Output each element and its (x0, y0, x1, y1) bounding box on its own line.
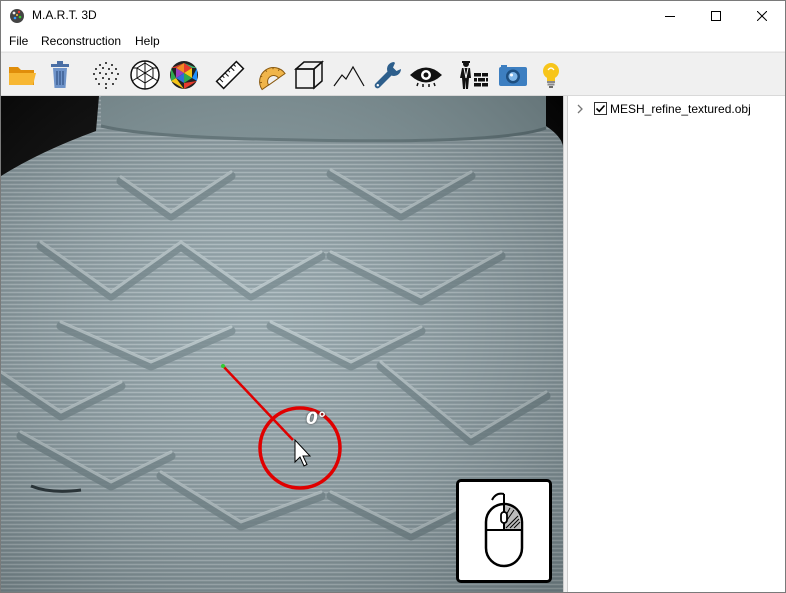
camera-icon (499, 65, 527, 86)
close-button[interactable] (739, 1, 785, 31)
measure-angle-button[interactable] (252, 58, 286, 92)
point-cloud-button[interactable] (89, 58, 123, 92)
worker-wall-icon (460, 61, 488, 89)
open-folder-icon (9, 67, 36, 85)
wrench-icon (374, 62, 401, 89)
view-button[interactable] (409, 58, 443, 92)
menu-file[interactable]: File (9, 34, 28, 48)
trash-icon (51, 61, 69, 88)
protractor-icon (259, 67, 286, 91)
maximize-button[interactable] (693, 1, 739, 31)
title-bar: M.A.R.T. 3D (1, 1, 785, 31)
textured-sphere-icon (170, 61, 198, 89)
tree-item-label: MESH_refine_textured.obj (610, 102, 751, 116)
eye-icon (410, 67, 442, 87)
ruler-icon (215, 60, 245, 90)
terrain-button[interactable] (332, 58, 366, 92)
point-cloud-icon (93, 62, 119, 89)
mountain-icon (333, 65, 365, 87)
construction-button[interactable] (456, 58, 490, 92)
menu-reconstruction[interactable]: Reconstruction (41, 34, 121, 48)
textured-mesh-button[interactable] (167, 58, 201, 92)
screenshot-button[interactable] (496, 58, 530, 92)
cube-icon (294, 60, 324, 90)
toolbar (1, 52, 785, 96)
visibility-checkbox[interactable] (594, 102, 607, 115)
app-window: M.A.R.T. 3D File Reconstruction Help 0° … (0, 0, 786, 593)
mesh-button[interactable] (128, 58, 162, 92)
menu-bar: File Reconstruction Help (1, 31, 785, 52)
close-icon (757, 11, 767, 21)
tree-item[interactable]: MESH_refine_textured.obj (568, 100, 784, 118)
settings-button[interactable] (371, 58, 405, 92)
object-tree-panel: MESH_refine_textured.obj (567, 96, 785, 592)
3d-viewport[interactable]: 0° (1, 96, 563, 592)
mouse-hint-panel (456, 479, 552, 583)
wireframe-sphere-icon (130, 60, 160, 90)
angle-readout: 0° (306, 409, 327, 429)
app-logo-icon (9, 8, 25, 24)
delete-button[interactable] (43, 58, 77, 92)
checkmark-icon (595, 104, 606, 113)
open-button[interactable] (5, 58, 39, 92)
maximize-icon (711, 11, 721, 21)
window-title: M.A.R.T. 3D (32, 8, 97, 22)
measure-distance-button[interactable] (213, 58, 247, 92)
mouse-left-button-icon (484, 492, 524, 568)
lightbulb-icon (543, 63, 559, 88)
minimize-icon (665, 16, 675, 17)
bounding-box-button[interactable] (292, 58, 326, 92)
menu-help[interactable]: Help (135, 34, 160, 48)
hints-button[interactable] (534, 58, 568, 92)
chevron-right-icon[interactable] (575, 103, 585, 115)
minimize-button[interactable] (647, 1, 693, 31)
